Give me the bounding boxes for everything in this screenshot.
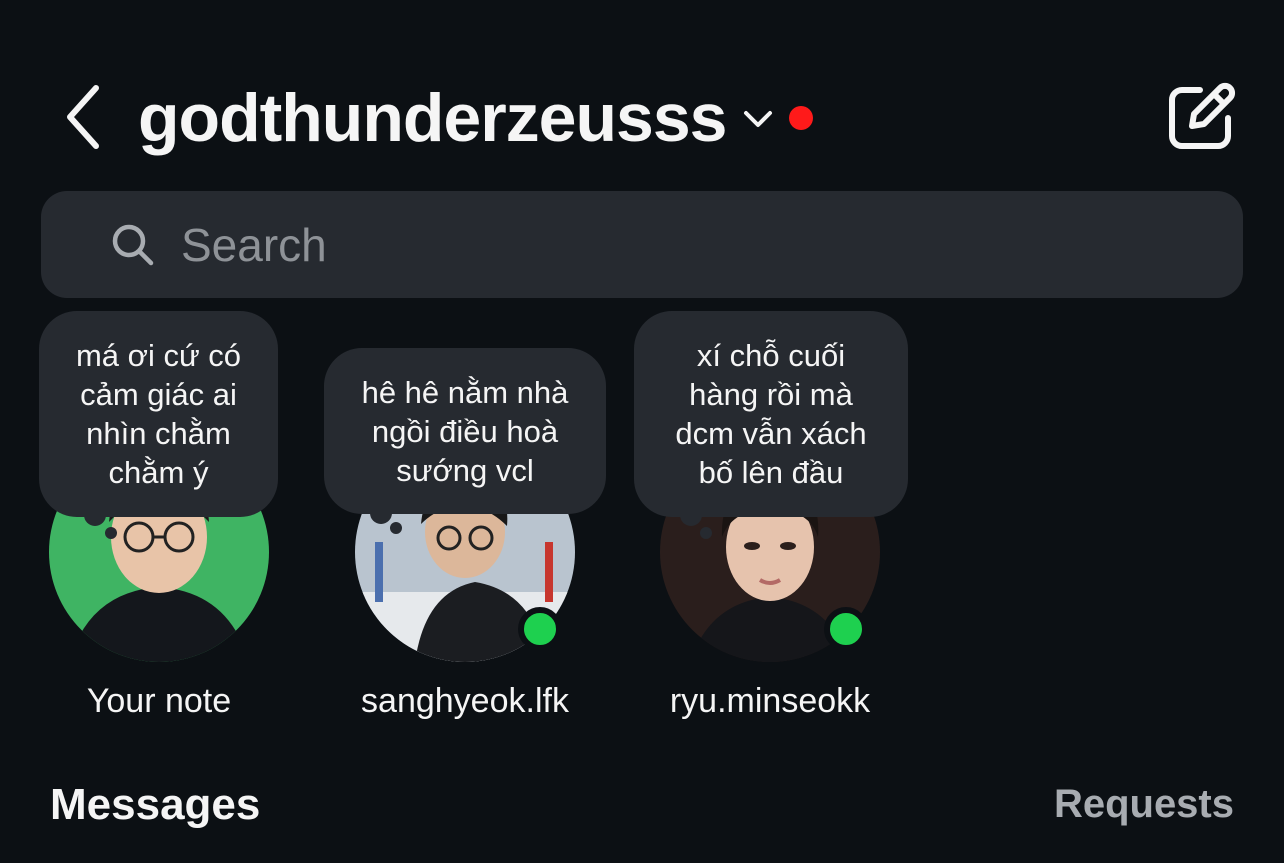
new-message-icon	[1169, 82, 1236, 149]
note-name[interactable]: ryu.minseokk	[640, 682, 900, 721]
requests-link[interactable]: Requests	[1054, 782, 1234, 827]
note-bubble[interactable]: hê hê nằm nhà ngồi điều hoà sướng vcl	[324, 348, 606, 514]
note-bubble[interactable]: xí chỗ cuối hàng rồi mà dcm vẫn xách bố …	[634, 311, 908, 517]
search-icon	[112, 224, 154, 265]
search-bar[interactable]	[41, 191, 1243, 298]
note-name[interactable]: sanghyeok.lfk	[330, 682, 600, 721]
online-status-dot	[518, 607, 562, 651]
account-switcher[interactable]: godthunderzeusss	[138, 78, 813, 158]
chevron-down-icon	[743, 111, 772, 127]
note-bubble-tail	[390, 522, 402, 534]
search-input[interactable]	[179, 216, 1183, 273]
back-button[interactable]	[58, 82, 110, 152]
new-message-button[interactable]	[1164, 82, 1236, 154]
direct-inbox-screen: godthunderzeusss Search má ơi cứ có cảm …	[0, 0, 1284, 863]
chevron-left-icon	[67, 85, 99, 149]
note-bubble-tail	[700, 527, 712, 539]
note-name[interactable]: Your note	[49, 682, 269, 721]
online-status-dot	[824, 607, 868, 651]
note-bubble[interactable]: má ơi cứ có cảm giác ai nhìn chằm chằm ý	[39, 311, 278, 517]
account-name: godthunderzeusss	[138, 80, 727, 156]
note-bubble-tail	[105, 527, 117, 539]
notification-dot	[788, 106, 813, 130]
messages-heading: Messages	[50, 780, 261, 829]
